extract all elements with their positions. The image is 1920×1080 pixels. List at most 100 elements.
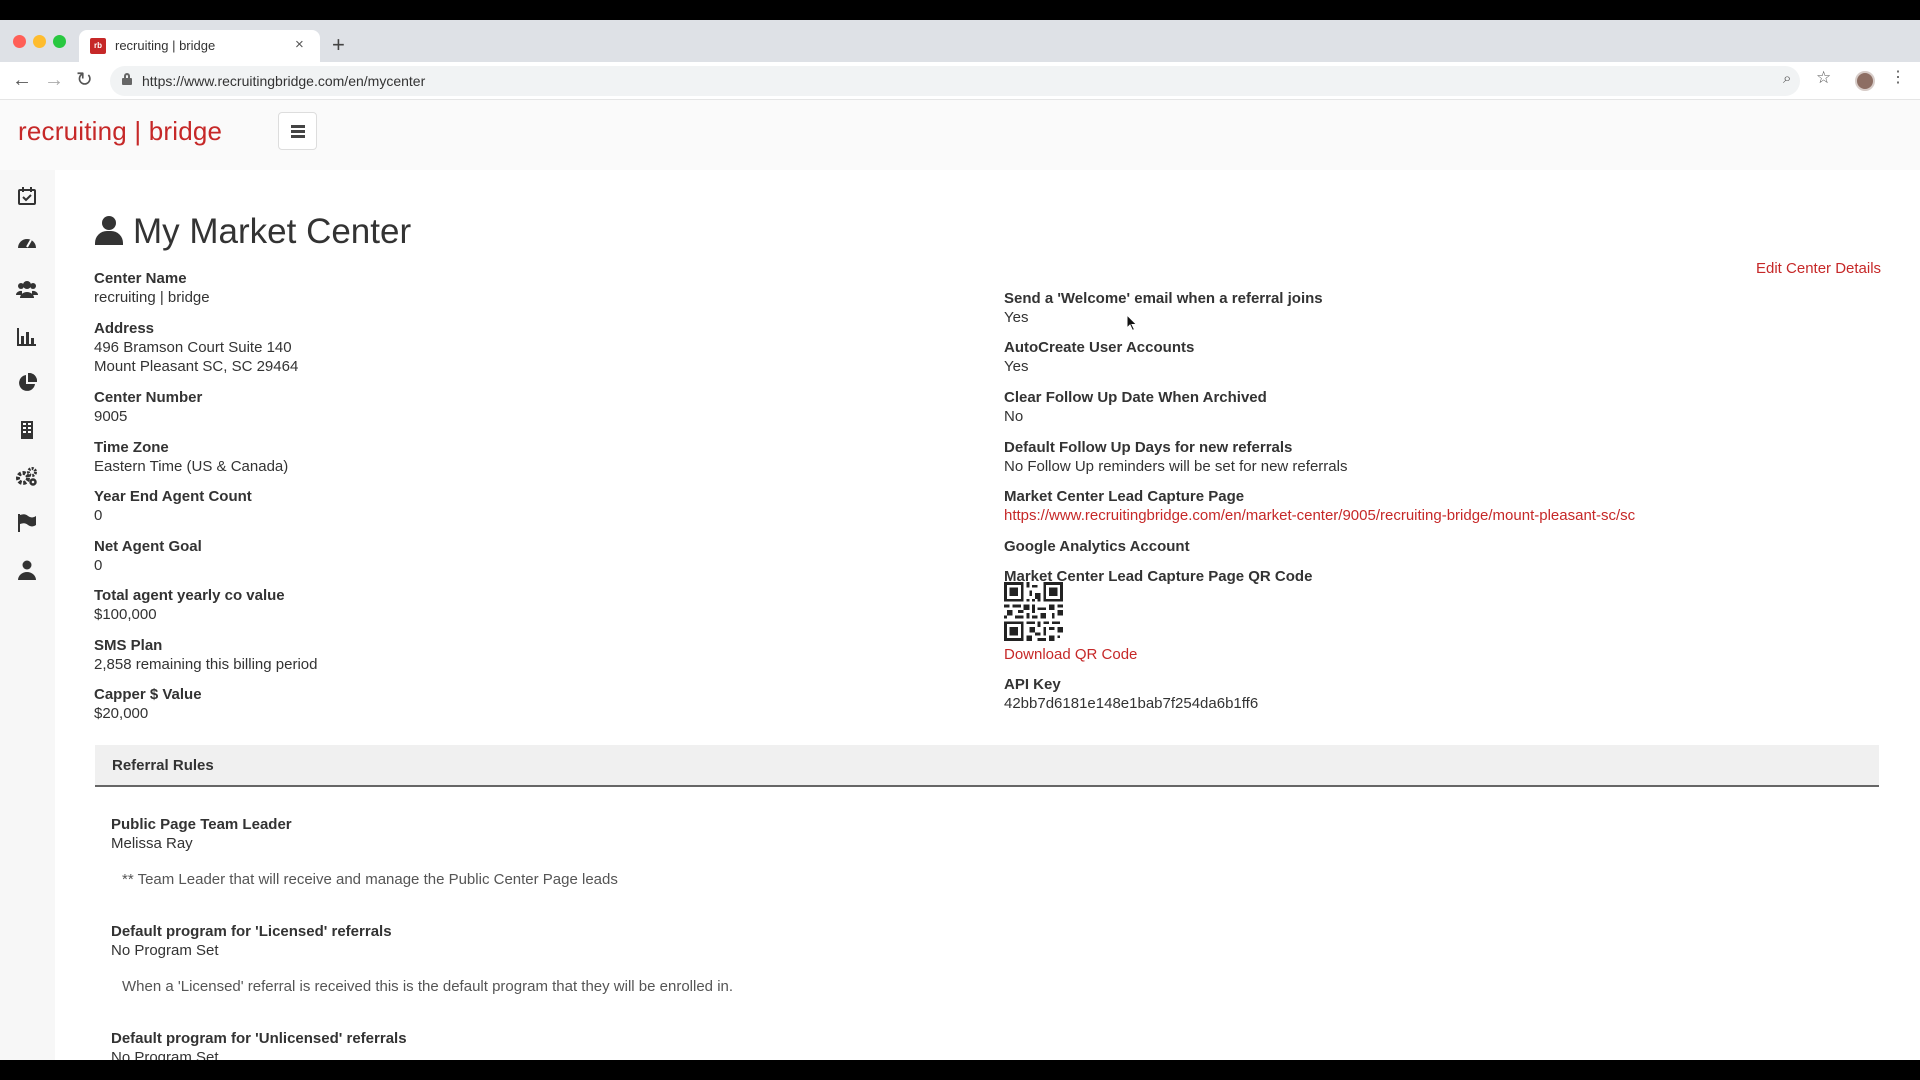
field-label: Time Zone: [94, 439, 169, 456]
licensed-program-field: Default program for 'Licensed' referrals…: [111, 922, 931, 960]
screen: rb recruiting | bridge × + ← → ↻ https:/…: [0, 0, 1920, 1080]
field-label: Center Name: [94, 270, 187, 287]
field-label: AutoCreate User Accounts: [1004, 339, 1195, 356]
lead-capture-page-link[interactable]: https://www.recruitingbridge.com/en/mark…: [1004, 506, 1864, 525]
pie-chart-icon[interactable]: [16, 372, 38, 393]
window-maximize-button[interactable]: [53, 35, 66, 48]
window-close-button[interactable]: [13, 35, 26, 48]
field-label: Market Center Lead Capture Page: [1004, 488, 1245, 505]
google-analytics-field: Google Analytics Account: [1004, 537, 1824, 556]
sms-plan-field: SMS Plan 2,858 remaining this billing pe…: [94, 636, 914, 674]
browser-tab[interactable]: rb recruiting | bridge ×: [79, 30, 320, 62]
mouse-cursor-icon: [1126, 314, 1138, 332]
tab-title: recruiting | bridge: [115, 38, 216, 53]
field-value: 2,858 remaining this billing period: [94, 656, 318, 673]
user-icon: [95, 216, 123, 246]
tab-close-icon[interactable]: ×: [295, 36, 304, 53]
capper-value-field: Capper $ Value $20,000: [94, 685, 914, 723]
bookmark-star-icon[interactable]: ☆: [1816, 68, 1831, 88]
field-label: Total agent yearly co value: [94, 587, 285, 604]
url-text[interactable]: https://www.recruitingbridge.com/en/myce…: [142, 73, 425, 89]
reload-icon[interactable]: ↻: [76, 68, 93, 92]
field-label: Default program for 'Unlicensed' referra…: [111, 1030, 407, 1047]
field-value: recruiting | bridge: [94, 289, 210, 306]
app-header: recruiting | bridge: [0, 100, 1920, 170]
building-icon[interactable]: [16, 420, 38, 440]
qr-code-image: [1004, 582, 1063, 641]
field-value: Eastern Time (US & Canada): [94, 458, 289, 475]
field-label: Market Center Lead Capture Page QR Code: [1004, 568, 1313, 585]
browser-menu-icon[interactable]: ⋮: [1890, 69, 1906, 87]
back-arrow-icon[interactable]: ←: [12, 68, 32, 92]
lead-capture-page-field: Market Center Lead Capture Page https://…: [1004, 487, 1864, 525]
address-field: Address 496 Bramson Court Suite 140 Moun…: [94, 319, 914, 376]
menu-toggle-button[interactable]: [278, 112, 317, 150]
bar-chart-icon[interactable]: [16, 327, 38, 347]
unlicensed-program-field: Default program for 'Unlicensed' referra…: [111, 1029, 931, 1060]
field-value: No: [1004, 408, 1024, 425]
field-label: Send a 'Welcome' email when a referral j…: [1004, 290, 1323, 307]
center-number-field: Center Number 9005: [94, 388, 914, 426]
flag-icon[interactable]: [16, 513, 38, 533]
new-tab-button[interactable]: +: [332, 33, 345, 57]
referral-rules-title: Referral Rules: [112, 757, 214, 774]
team-leader-field: Public Page Team Leader Melissa Ray: [111, 815, 931, 853]
total-agent-yearly-value-field: Total agent yearly co value $100,000: [94, 586, 914, 624]
field-label: Default program for 'Licensed' referrals: [111, 923, 392, 940]
time-zone-field: Time Zone Eastern Time (US & Canada): [94, 438, 914, 476]
field-value: No Program Set: [111, 1049, 219, 1060]
default-followup-days-field: Default Follow Up Days for new referrals…: [1004, 438, 1824, 476]
field-label: Capper $ Value: [94, 686, 202, 703]
favicon-icon: rb: [90, 38, 106, 54]
api-key-field: API Key 42bb7d6181e148e1bab7f254da6b1ff6: [1004, 675, 1824, 713]
field-value: 42bb7d6181e148e1bab7f254da6b1ff6: [1004, 695, 1259, 712]
team-leader-note: ** Team Leader that will receive and man…: [122, 871, 618, 888]
field-label: Year End Agent Count: [94, 488, 252, 505]
center-name-field: Center Name recruiting | bridge: [94, 269, 914, 307]
browser-toolbar: ← → ↻ https://www.recruitingbridge.com/e…: [0, 62, 1920, 100]
user-icon[interactable]: [16, 560, 38, 580]
lock-icon: [122, 73, 132, 85]
referral-rules-header: Referral Rules: [95, 745, 1879, 787]
field-label: Net Agent Goal: [94, 538, 202, 555]
net-agent-goal-field: Net Agent Goal 0: [94, 537, 914, 575]
field-value: No Program Set: [111, 942, 219, 959]
profile-avatar[interactable]: [1855, 71, 1875, 91]
gears-icon[interactable]: [16, 467, 38, 487]
field-value: $20,000: [94, 705, 149, 722]
download-qr-code-link[interactable]: Download QR Code: [1004, 645, 1824, 664]
field-label: API Key: [1004, 676, 1061, 693]
licensed-program-note: When a 'Licensed' referral is received t…: [122, 978, 734, 995]
field-label: Clear Follow Up Date When Archived: [1004, 389, 1267, 406]
field-label: SMS Plan: [94, 637, 163, 654]
download-qr-field: Download QR Code: [1004, 645, 1824, 664]
zoom-icon[interactable]: ⌕: [1783, 70, 1791, 87]
field-value: 0: [94, 507, 103, 524]
qr-code-field: Market Center Lead Capture Page QR Code: [1004, 567, 1824, 586]
forward-arrow-icon[interactable]: →: [44, 68, 64, 92]
brand-logo[interactable]: recruiting | bridge: [18, 116, 222, 147]
dashboard-gauge-icon[interactable]: [16, 233, 38, 253]
clear-followup-field: Clear Follow Up Date When Archived No: [1004, 388, 1824, 426]
address-bar[interactable]: https://www.recruitingbridge.com/en/myce…: [110, 66, 1800, 96]
window-minimize-button[interactable]: [33, 35, 46, 48]
year-end-agent-count-field: Year End Agent Count 0: [94, 487, 914, 525]
field-label: Default Follow Up Days for new referrals: [1004, 439, 1293, 456]
autocreate-accounts-field: AutoCreate User Accounts Yes: [1004, 338, 1824, 376]
main-content: My Market Center Edit Center Details Cen…: [55, 170, 1920, 1060]
field-value-line2: Mount Pleasant SC, SC 29464: [94, 358, 299, 375]
users-group-icon[interactable]: [15, 280, 39, 300]
field-value: 0: [94, 557, 103, 574]
web-page: recruiting | bridge My Market Center Edi…: [0, 100, 1920, 1060]
field-label: Center Number: [94, 389, 203, 406]
field-label: Public Page Team Leader: [111, 816, 292, 833]
edit-center-details-link[interactable]: Edit Center Details: [1756, 260, 1881, 277]
page-title: My Market Center: [133, 212, 412, 251]
list-icon: [291, 125, 305, 138]
field-value: Melissa Ray: [111, 835, 193, 852]
field-value: 496 Bramson Court Suite 140: [94, 339, 292, 356]
field-value: No Follow Up reminders will be set for n…: [1004, 458, 1348, 475]
field-value: Yes: [1004, 358, 1029, 375]
field-value: 9005: [94, 408, 128, 425]
calendar-check-icon[interactable]: [16, 186, 38, 206]
